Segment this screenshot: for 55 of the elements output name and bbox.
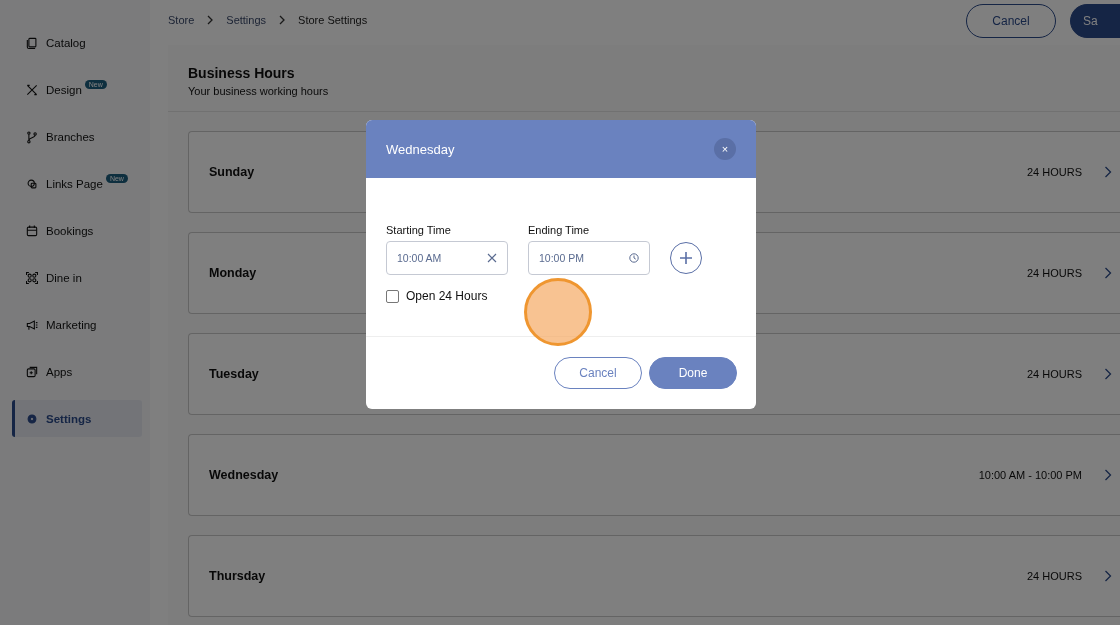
chevron-icon (278, 15, 287, 25)
chevron-icon (1104, 368, 1112, 380)
day-name: Tuesday (209, 367, 259, 381)
chevron-icon (1104, 267, 1112, 279)
field-label: Starting Time (386, 224, 452, 236)
day-name: Sunday (209, 165, 255, 179)
day-hours: 24 HOURS (1026, 368, 1082, 380)
marketing-icon (25, 317, 39, 332)
sidebar-item[interactable]: Dine in (12, 259, 142, 296)
day-hours: 24 HOURS (1026, 570, 1082, 582)
branches-icon (25, 129, 39, 144)
sidebar-item[interactable]: Catalog (12, 24, 142, 61)
day-hours: 10:00 AM - 10:00 PM (978, 469, 1082, 481)
sidebar-item[interactable]: Settings (12, 400, 142, 437)
sidebar-item[interactable]: Marketing (12, 306, 142, 343)
time-field[interactable]: 10:00 AM (386, 241, 508, 275)
cancel-button[interactable]: Cancel (554, 357, 642, 389)
cancel-button[interactable]: Cancel (966, 4, 1056, 38)
day-name: Thursday (209, 569, 266, 583)
breadcrumb-item: Store Settings (298, 14, 368, 26)
plus-icon (679, 251, 693, 265)
design-icon (25, 82, 39, 97)
section-subtitle: Your business working hours (188, 85, 330, 97)
day-name: Wednesday (209, 468, 279, 482)
clear-icon[interactable] (487, 253, 497, 263)
close-button[interactable]: × (714, 138, 736, 160)
section-title: Business Hours (188, 65, 296, 81)
links-icon (25, 176, 39, 191)
apps-icon (25, 364, 39, 379)
day-row[interactable]: Thursday 24 HOURS (188, 535, 1120, 617)
done-button[interactable]: Done (649, 357, 737, 389)
chevron-icon (206, 15, 215, 25)
chevron-icon (1104, 570, 1112, 582)
chevron-icon (1104, 469, 1112, 481)
clock-icon (629, 253, 639, 263)
field-label: Ending Time (528, 224, 591, 236)
breadcrumb-item[interactable]: Settings (226, 14, 267, 26)
day-hours: 24 HOURS (1026, 166, 1082, 178)
dinein-icon (25, 270, 39, 285)
breadcrumb-item[interactable]: Store (168, 14, 195, 26)
add-button[interactable] (670, 242, 702, 274)
time-field[interactable]: 10:00 PM (528, 241, 650, 275)
dialog-title: Wednesday (386, 141, 455, 157)
sidebar-item[interactable]: Apps (12, 353, 142, 390)
chevron-icon (1104, 166, 1112, 178)
checkbox-label: Open 24 Hours (406, 289, 488, 303)
bookings-icon (25, 223, 39, 238)
day-hours: 24 HOURS (1026, 267, 1082, 279)
day-name: Monday (209, 266, 257, 280)
save-button[interactable]: Sa (1070, 4, 1120, 38)
checkbox[interactable] (386, 289, 399, 303)
catalog-icon (25, 35, 39, 50)
sidebar-item[interactable]: Bookings (12, 212, 142, 249)
sidebar-item[interactable]: Branches (12, 118, 142, 155)
day-row[interactable]: Wednesday 10:00 AM - 10:00 PM (188, 434, 1120, 516)
